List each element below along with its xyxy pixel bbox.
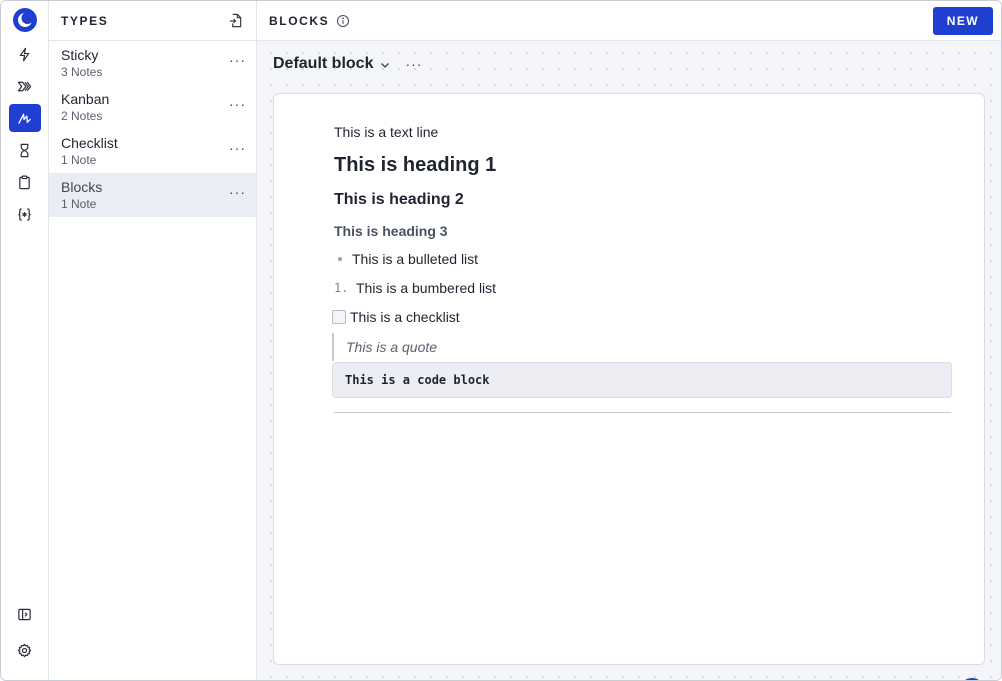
text-line[interactable]: This is a text line <box>334 124 438 140</box>
type-count: 1 Note <box>61 197 97 211</box>
file-import-icon <box>229 13 241 28</box>
type-item-blocks[interactable]: Blocks 1 Note ··· <box>49 173 256 217</box>
numbered-list-item[interactable]: 1. This is a bumbered list <box>334 280 496 296</box>
forward-icon <box>17 81 32 91</box>
type-more-button[interactable]: ··· <box>229 53 246 67</box>
rail-clipboard-button[interactable] <box>9 168 41 196</box>
rail-hourglass-button[interactable] <box>9 136 41 164</box>
type-count: 2 Notes <box>61 109 103 123</box>
type-name: Kanban <box>61 91 110 107</box>
app-logo-icon[interactable] <box>12 8 37 32</box>
bulleted-list-item[interactable]: This is a bulleted list <box>334 251 478 267</box>
block-title-row: Default block ··· <box>273 53 422 75</box>
type-more-button[interactable]: ··· <box>229 97 246 111</box>
types-title: TYPES <box>61 13 109 28</box>
heading-1[interactable]: This is heading 1 <box>334 154 496 177</box>
type-name: Blocks <box>61 179 103 195</box>
block-card: This is a text line This is heading 1 Th… <box>273 93 985 665</box>
info-icon[interactable] <box>336 14 350 28</box>
settings-button[interactable] <box>9 636 41 664</box>
rail-braces-button[interactable] <box>9 200 41 228</box>
moon-icon <box>17 12 33 27</box>
heading-2[interactable]: This is heading 2 <box>334 191 464 209</box>
icon-rail <box>1 1 49 680</box>
rail-forward-button[interactable] <box>9 72 41 100</box>
new-button[interactable]: NEW <box>932 6 993 35</box>
type-item-kanban[interactable]: Kanban 2 Notes ··· <box>49 85 256 129</box>
hourglass-icon <box>20 143 29 157</box>
heading-3[interactable]: This is heading 3 <box>334 223 448 239</box>
type-name: Checklist <box>61 135 118 151</box>
rail-blocks-button[interactable] <box>8 104 41 132</box>
type-item-checklist[interactable]: Checklist 1 Note ··· <box>49 129 256 173</box>
bullet-icon <box>338 257 342 261</box>
editor-canvas: Default block ··· This is a text line Th… <box>257 41 1001 680</box>
rail-bolt-button[interactable] <box>9 40 41 68</box>
type-name: Sticky <box>61 47 99 63</box>
chevron-down-icon[interactable] <box>379 59 391 71</box>
main-area: BLOCKS NEW Default block ··· This is a t… <box>257 1 1001 680</box>
code-block[interactable]: This is a code block <box>332 362 952 398</box>
checklist-checkbox[interactable] <box>332 310 346 324</box>
type-more-button[interactable]: ··· <box>229 141 246 155</box>
divider <box>334 412 951 413</box>
new-type-button[interactable] <box>226 12 244 30</box>
page-title: BLOCKS <box>269 13 330 28</box>
main-header: BLOCKS NEW <box>257 1 1001 41</box>
quote-block[interactable]: This is a quote <box>332 333 952 361</box>
block-more-button[interactable]: ··· <box>405 56 422 72</box>
checklist-item: This is a checklist <box>332 309 460 325</box>
bulleted-text: This is a bulleted list <box>352 251 479 267</box>
numbered-marker: 1. <box>334 281 349 295</box>
numbered-text: This is a bumbered list <box>356 280 497 296</box>
types-panel: TYPES Sticky 3 Notes ··· Kanban 2 Notes … <box>49 1 257 680</box>
bolt-icon <box>19 47 30 61</box>
toggle-panel-button[interactable] <box>9 600 41 628</box>
type-more-button[interactable]: ··· <box>229 185 246 199</box>
clipboard-icon <box>19 175 30 189</box>
panel-toggle-icon <box>18 608 31 620</box>
blocks-icon <box>18 113 31 124</box>
settings-icon <box>17 643 32 657</box>
app-window: TYPES Sticky 3 Notes ··· Kanban 2 Notes … <box>0 0 1002 681</box>
braces-icon <box>18 207 31 221</box>
block-title[interactable]: Default block <box>273 55 373 73</box>
type-count: 1 Note <box>61 153 97 167</box>
type-item-sticky[interactable]: Sticky 3 Notes ··· <box>49 41 256 85</box>
type-count: 3 Notes <box>61 65 103 79</box>
types-header: TYPES <box>49 1 256 41</box>
checklist-text[interactable]: This is a checklist <box>350 309 460 325</box>
